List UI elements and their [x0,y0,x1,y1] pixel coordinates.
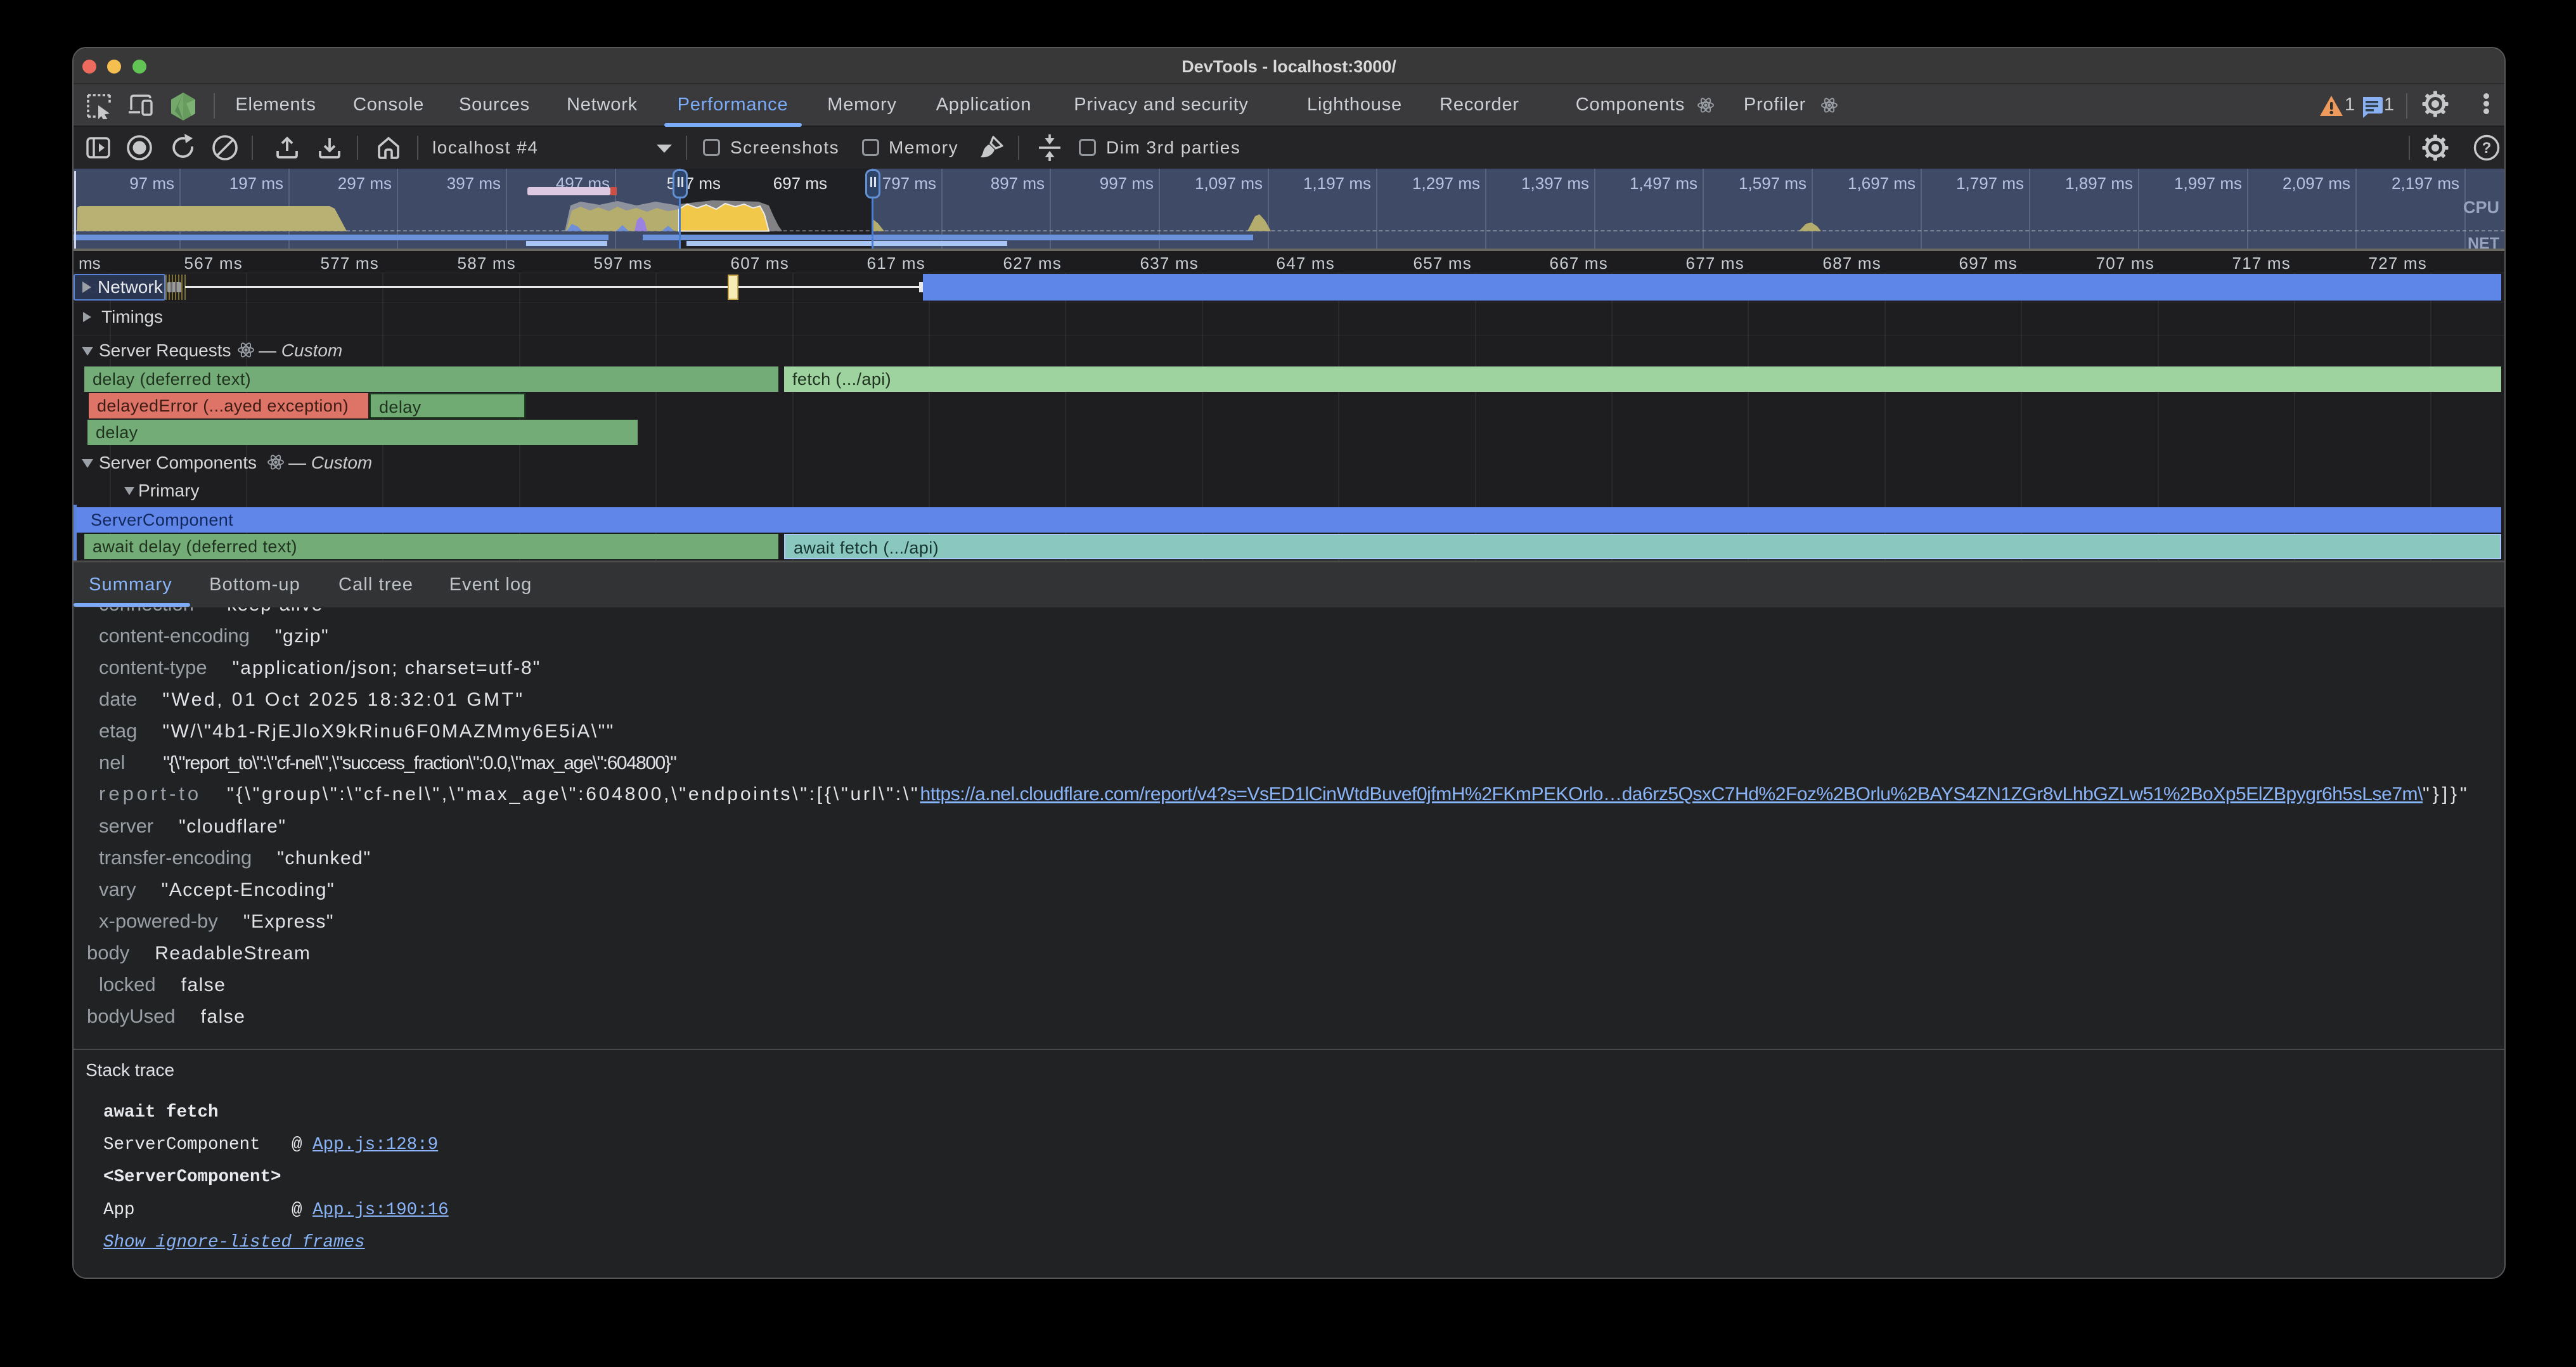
svg-text:?: ? [2482,139,2492,157]
